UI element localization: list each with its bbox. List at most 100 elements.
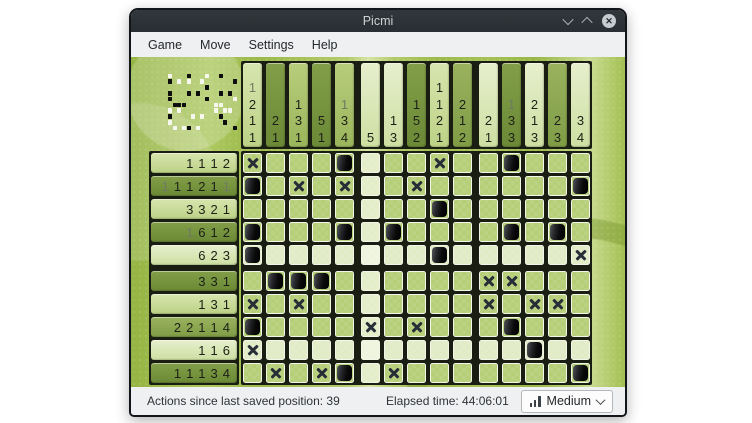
cell-r9-c10[interactable] [453, 340, 472, 360]
cell-r7-c10[interactable] [453, 294, 472, 314]
cell-r8-c13[interactable] [525, 317, 544, 337]
cell-r3-c4[interactable] [312, 199, 331, 219]
cell-r5-c15[interactable] [571, 245, 590, 265]
cell-r10-c3[interactable] [289, 363, 308, 383]
cell-r2-c9[interactable] [430, 176, 449, 196]
cell-r9-c12[interactable] [502, 340, 521, 360]
cell-r2-c6[interactable] [361, 176, 380, 196]
cell-r9-c2[interactable] [266, 340, 285, 360]
cell-r6-c12[interactable] [502, 271, 521, 291]
cell-r1-c10[interactable] [453, 153, 472, 173]
cell-r1-c7[interactable] [384, 153, 403, 173]
cell-r8-c14[interactable] [548, 317, 567, 337]
cell-r4-c10[interactable] [453, 222, 472, 242]
cell-r4-c14[interactable] [548, 222, 567, 242]
cell-r1-c1[interactable] [243, 153, 262, 173]
cell-r1-c3[interactable] [289, 153, 308, 173]
cell-r5-c3[interactable] [289, 245, 308, 265]
cell-r6-c14[interactable] [548, 271, 567, 291]
cell-r6-c2[interactable] [266, 271, 285, 291]
cell-r9-c5[interactable] [335, 340, 354, 360]
cell-r6-c8[interactable] [407, 271, 426, 291]
cell-r2-c5[interactable] [335, 176, 354, 196]
cell-r2-c4[interactable] [312, 176, 331, 196]
menu-item-move[interactable]: Move [191, 34, 240, 56]
cell-r5-c7[interactable] [384, 245, 403, 265]
cell-r4-c15[interactable] [571, 222, 590, 242]
cell-r1-c12[interactable] [502, 153, 521, 173]
cell-r6-c9[interactable] [430, 271, 449, 291]
difficulty-dropdown[interactable]: Medium [521, 390, 613, 413]
cell-r8-c11[interactable] [479, 317, 498, 337]
cell-r2-c12[interactable] [502, 176, 521, 196]
cell-r3-c6[interactable] [361, 199, 380, 219]
cell-r1-c6[interactable] [361, 153, 380, 173]
cell-r6-c7[interactable] [384, 271, 403, 291]
cell-r3-c15[interactable] [571, 199, 590, 219]
cell-r5-c11[interactable] [479, 245, 498, 265]
cell-r6-c10[interactable] [453, 271, 472, 291]
cell-r10-c8[interactable] [407, 363, 426, 383]
cell-r6-c15[interactable] [571, 271, 590, 291]
menu-item-settings[interactable]: Settings [240, 34, 303, 56]
cell-r1-c9[interactable] [430, 153, 449, 173]
cell-r3-c14[interactable] [548, 199, 567, 219]
cell-r3-c1[interactable] [243, 199, 262, 219]
cell-r2-c14[interactable] [548, 176, 567, 196]
cell-r5-c1[interactable] [243, 245, 262, 265]
cell-r4-c13[interactable] [525, 222, 544, 242]
cell-r8-c10[interactable] [453, 317, 472, 337]
cell-r1-c5[interactable] [335, 153, 354, 173]
cell-r8-c9[interactable] [430, 317, 449, 337]
cell-r5-c6[interactable] [361, 245, 380, 265]
cell-r8-c12[interactable] [502, 317, 521, 337]
title-bar[interactable]: Picmi ✕ [131, 10, 625, 32]
cell-r10-c5[interactable] [335, 363, 354, 383]
cell-r10-c13[interactable] [525, 363, 544, 383]
cell-r9-c7[interactable] [384, 340, 403, 360]
cell-r7-c5[interactable] [335, 294, 354, 314]
cell-r6-c11[interactable] [479, 271, 498, 291]
cell-r7-c9[interactable] [430, 294, 449, 314]
cell-r6-c13[interactable] [525, 271, 544, 291]
cell-r9-c8[interactable] [407, 340, 426, 360]
cell-r4-c3[interactable] [289, 222, 308, 242]
cell-r10-c7[interactable] [384, 363, 403, 383]
cell-r7-c4[interactable] [312, 294, 331, 314]
cell-r4-c8[interactable] [407, 222, 426, 242]
cell-r9-c3[interactable] [289, 340, 308, 360]
cell-r10-c2[interactable] [266, 363, 285, 383]
cell-r4-c11[interactable] [479, 222, 498, 242]
cell-r10-c9[interactable] [430, 363, 449, 383]
cell-r6-c4[interactable] [312, 271, 331, 291]
cell-r4-c2[interactable] [266, 222, 285, 242]
cell-r6-c5[interactable] [335, 271, 354, 291]
cell-r1-c11[interactable] [479, 153, 498, 173]
menu-item-game[interactable]: Game [139, 34, 191, 56]
cell-r8-c3[interactable] [289, 317, 308, 337]
cell-r9-c11[interactable] [479, 340, 498, 360]
cell-r2-c13[interactable] [525, 176, 544, 196]
cell-r10-c1[interactable] [243, 363, 262, 383]
cell-r9-c1[interactable] [243, 340, 262, 360]
cell-r5-c13[interactable] [525, 245, 544, 265]
cell-r10-c11[interactable] [479, 363, 498, 383]
cell-r5-c4[interactable] [312, 245, 331, 265]
cell-r4-c1[interactable] [243, 222, 262, 242]
cell-r5-c5[interactable] [335, 245, 354, 265]
cell-r6-c3[interactable] [289, 271, 308, 291]
cell-r10-c14[interactable] [548, 363, 567, 383]
cell-r10-c12[interactable] [502, 363, 521, 383]
cell-r7-c6[interactable] [361, 294, 380, 314]
cell-r7-c11[interactable] [479, 294, 498, 314]
cell-r3-c8[interactable] [407, 199, 426, 219]
cell-r10-c6[interactable] [361, 363, 380, 383]
cell-r3-c3[interactable] [289, 199, 308, 219]
cell-r7-c15[interactable] [571, 294, 590, 314]
cell-r2-c2[interactable] [266, 176, 285, 196]
cell-r8-c2[interactable] [266, 317, 285, 337]
cell-r7-c3[interactable] [289, 294, 308, 314]
cell-r3-c10[interactable] [453, 199, 472, 219]
cell-r9-c13[interactable] [525, 340, 544, 360]
cell-r2-c3[interactable] [289, 176, 308, 196]
